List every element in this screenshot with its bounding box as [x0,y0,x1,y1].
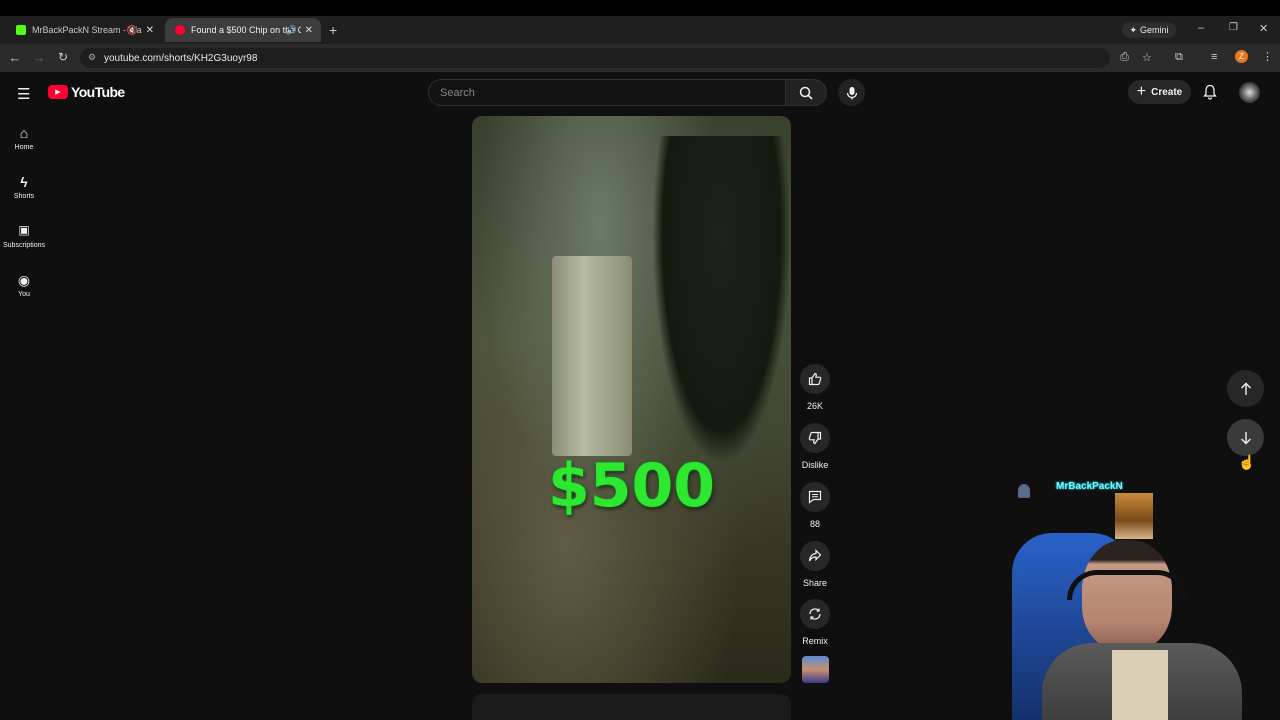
reload-icon[interactable]: ↻ [55,50,71,64]
sidebar-item-home[interactable]: ⌂ Home [0,125,48,151]
share-button[interactable]: Share [796,541,834,588]
kick-favicon-icon [16,25,26,35]
tab-title: MrBackPackN Stream - Wa [32,25,142,35]
video-person [652,136,791,466]
search-button[interactable] [786,79,827,106]
like-button[interactable]: 26K [796,364,834,411]
restore-icon[interactable]: ❐ [1229,22,1238,33]
decor-figure [1018,484,1030,498]
tab-title: Found a $500 Chip on the C [191,25,301,35]
search-icon [799,86,813,100]
chrome-menu-icon[interactable]: ⋮ [1262,50,1273,63]
previous-short-button[interactable] [1227,370,1264,407]
audio-icon[interactable]: 🔊 [286,25,297,36]
comment-count: 88 [809,519,820,529]
thumbs-up-icon [808,372,822,386]
microphone-icon [846,86,857,99]
short-video-player[interactable]: $500 [472,116,791,683]
next-short-preview[interactable] [472,694,791,720]
profile-avatar[interactable]: Z [1235,50,1248,63]
url-text: youtube.com/shorts/KH2G3uoyr98 [104,52,258,64]
sidebar-item-shorts[interactable]: ϟ Shorts [0,174,48,200]
comment-icon [808,490,822,504]
shorts-icon: ϟ [20,174,28,190]
browser-tab-active[interactable]: Found a $500 Chip on the C 🔊 ✕ [165,18,321,42]
arrow-up-icon [1240,382,1251,395]
close-tab-icon[interactable]: ✕ [305,25,313,36]
minimize-icon[interactable]: – [1198,22,1204,34]
close-window-icon[interactable]: ✕ [1259,22,1268,35]
plus-icon: + [1136,83,1147,100]
like-count: 26K [806,401,823,411]
thumbs-down-icon [808,431,822,445]
streamer-shirt [1112,650,1168,720]
streamer-name: MrBackPackN [1056,481,1123,492]
tiger-poster [1115,493,1153,539]
dislike-button[interactable]: Dislike [796,423,834,470]
sidebar-item-subscriptions[interactable]: ▣ Subscriptions [0,223,48,249]
back-icon[interactable]: ← [7,50,23,65]
forward-icon[interactable]: → [31,50,47,65]
arrow-down-icon [1240,431,1251,444]
youtube-logo[interactable]: ▶ YouTube [48,84,125,100]
sound-thumbnail[interactable] [802,656,829,683]
extensions-icon[interactable]: ⧉ [1175,51,1183,64]
youtube-play-icon: ▶ [48,85,68,99]
muted-icon[interactable]: 🔇 [127,25,138,36]
site-info-icon[interactable]: ⚙ [88,52,96,63]
next-short-button[interactable] [1227,419,1264,456]
video-trash-bin [552,256,632,456]
notifications-button[interactable] [1203,84,1217,105]
subscriptions-icon: ▣ [18,223,30,237]
gemini-icon: ✦ [1129,24,1138,35]
share-icon [808,549,822,562]
video-overlay-text: $500 [548,451,715,521]
streamer-webcam-overlay: MrBackPackN [1012,478,1242,720]
mouse-cursor-icon: ☝ [1238,454,1256,470]
url-bar[interactable]: ⚙ youtube.com/shorts/KH2G3uoyr98 [80,48,1110,68]
sidebar-item-you[interactable]: ◉ You [0,272,48,298]
you-icon: ◉ [17,272,31,288]
headphones-icon [1067,570,1187,600]
bookmark-star-icon[interactable]: ☆ [1142,51,1152,64]
remix-button[interactable]: Remix [796,599,834,646]
voice-search-button[interactable] [838,79,865,106]
account-avatar[interactable] [1239,82,1260,103]
bell-icon [1203,84,1217,100]
close-tab-icon[interactable]: ✕ [146,25,154,36]
window-top-bar [0,0,1280,16]
create-button[interactable]: + Create [1128,80,1191,104]
gemini-button[interactable]: ✦ Gemini [1122,22,1176,38]
youtube-wordmark: YouTube [71,84,125,100]
install-app-icon[interactable]: ⎙ [1120,51,1129,64]
home-icon: ⌂ [19,125,29,141]
new-tab-icon[interactable]: + [329,22,337,38]
search-input[interactable]: Search [428,79,786,106]
remix-icon [809,608,821,620]
media-controls-icon[interactable]: ≡ [1211,51,1217,63]
comments-button[interactable]: 88 [796,482,834,529]
browser-tab-stream[interactable]: MrBackPackN Stream - Wa 🔇 ✕ [6,18,162,42]
hamburger-menu-icon[interactable]: ☰ [17,85,30,103]
youtube-favicon-icon [175,25,185,35]
